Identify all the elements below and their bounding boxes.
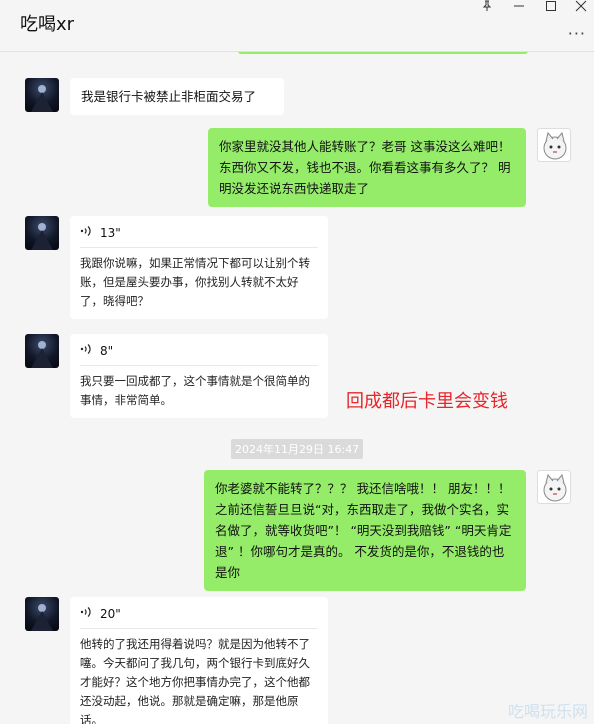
voice-player[interactable]: 8": [80, 342, 318, 366]
more-options-icon[interactable]: ···: [568, 24, 586, 43]
previous-message-bubble: [238, 52, 528, 54]
timestamp: 2024年11月29日 16:47: [231, 439, 364, 459]
message-bubble[interactable]: 你老婆就不能转了？？？ 我还信啥哦！！ 朋友！！！ 之前还信誓旦旦说“对，东西取…: [204, 470, 526, 591]
chat-area[interactable]: 我是银行卡被禁止非柜面交易了 你家里就没其他人能转账了？老哥 这事没这么难吧！ …: [0, 52, 594, 724]
voice-duration: 20": [100, 607, 121, 621]
my-avatar[interactable]: [537, 470, 571, 504]
title-bar: 吃喝xr ···: [0, 0, 594, 52]
minimize-icon[interactable]: [504, 0, 534, 14]
contact-avatar[interactable]: [25, 216, 59, 250]
pin-icon[interactable]: [472, 0, 502, 14]
voice-wave-icon: [80, 223, 92, 244]
voice-duration: 13": [100, 226, 121, 240]
close-icon[interactable]: [566, 0, 594, 14]
voice-message[interactable]: 13" 我跟你说嘛，如果正常情况下都可以让别个转账，但是屋头要办事，你找别人转就…: [70, 216, 328, 319]
voice-wave-icon: [80, 341, 92, 362]
maximize-icon[interactable]: [536, 0, 566, 14]
my-avatar[interactable]: [537, 128, 571, 162]
voice-message[interactable]: 20" 他转的了我还用得着说吗？就是因为他转不了噻。今天都问了我几句，两个银行卡…: [70, 597, 328, 724]
voice-wave-icon: [80, 604, 92, 625]
voice-transcript: 他转的了我还用得着说吗？就是因为他转不了噻。今天都问了我几句，两个银行卡到底好久…: [80, 637, 310, 724]
annotation-text: 回成都后卡里会变钱: [346, 391, 508, 412]
voice-message[interactable]: 8" 我只要一回成都了，这个事情就是个很简单的事情，非常简单。: [70, 334, 328, 418]
message-bubble[interactable]: 我是银行卡被禁止非柜面交易了: [70, 78, 284, 115]
chat-title: 吃喝xr: [20, 14, 75, 35]
voice-duration: 8": [100, 344, 114, 358]
voice-transcript: 我只要一回成都了，这个事情就是个很简单的事情，非常简单。: [80, 374, 310, 407]
contact-avatar[interactable]: [25, 597, 59, 631]
contact-avatar[interactable]: [25, 334, 59, 368]
voice-player[interactable]: 20": [80, 605, 318, 629]
voice-player[interactable]: 13": [80, 224, 318, 248]
voice-transcript: 我跟你说嘛，如果正常情况下都可以让别个转账，但是屋头要办事，你找别人转就不太好了…: [80, 256, 310, 308]
contact-avatar[interactable]: [25, 78, 59, 112]
message-bubble[interactable]: 你家里就没其他人能转账了？老哥 这事没这么难吧！ 东西你又不发，钱也不退。你看看…: [208, 128, 526, 207]
watermark: 吃喝玩乐网: [507, 702, 588, 721]
